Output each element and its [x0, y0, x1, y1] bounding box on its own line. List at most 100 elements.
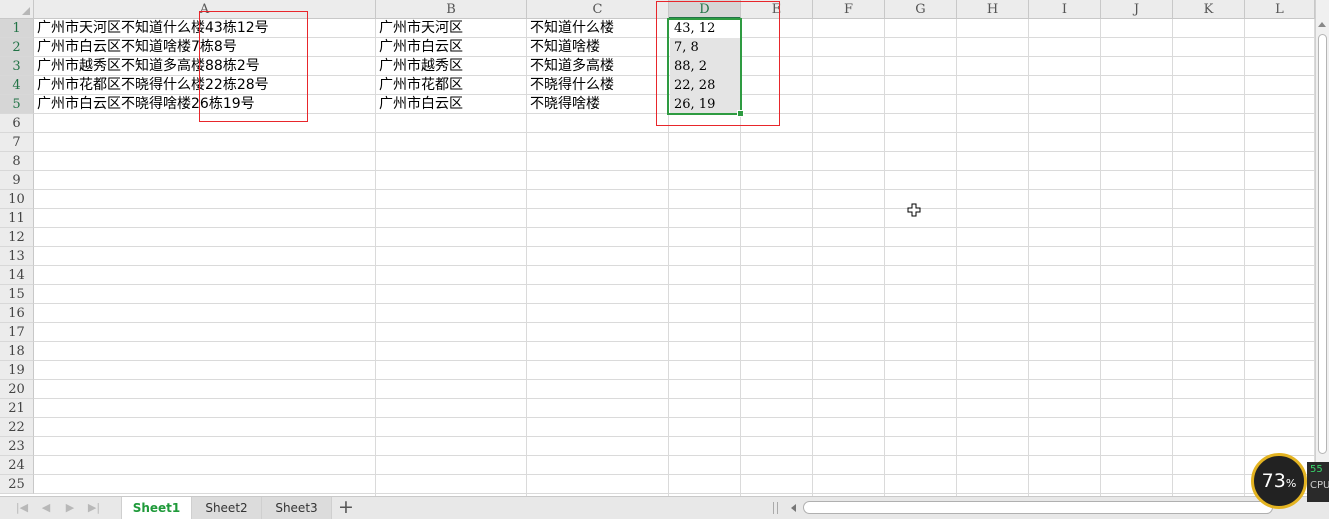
gridline-vertical — [668, 19, 669, 496]
gridline-vertical — [526, 19, 527, 496]
cell-b5[interactable]: 广州市白云区 — [377, 95, 463, 114]
column-header-b[interactable]: B — [376, 0, 527, 19]
select-all-corner[interactable] — [0, 0, 34, 19]
row-header-11[interactable]: 11 — [0, 209, 34, 228]
gridline-horizontal — [34, 474, 1315, 475]
cell-d1[interactable]: 43, 12 — [670, 19, 741, 38]
gridline-horizontal — [34, 436, 1315, 437]
column-header-i[interactable]: I — [1029, 0, 1101, 19]
row-header-19[interactable]: 19 — [0, 361, 34, 380]
column-header-a[interactable]: A — [34, 0, 376, 19]
scroll-left-icon[interactable] — [791, 504, 796, 512]
row-header-9[interactable]: 9 — [0, 171, 34, 190]
cell-a4[interactable]: 广州市花都区不晓得什么楼22栋28号 — [35, 76, 269, 95]
cell-d4[interactable]: 22, 28 — [670, 76, 741, 95]
column-header-f[interactable]: F — [813, 0, 885, 19]
row-header-24[interactable]: 24 — [0, 456, 34, 475]
row-header-15[interactable]: 15 — [0, 285, 34, 304]
row-header-22[interactable]: 22 — [0, 418, 34, 437]
first-sheet-icon[interactable]: |◀ — [12, 500, 32, 516]
sheet-tab-bar: |◀ ◀ ▶ ▶| Sheet1 Sheet2 Sheet3 + — [0, 496, 1329, 519]
gridline-horizontal — [34, 265, 1315, 266]
column-header-e[interactable]: E — [741, 0, 813, 19]
row-header-23[interactable]: 23 — [0, 437, 34, 456]
cell-b3[interactable]: 广州市越秀区 — [377, 57, 463, 76]
cell-a5[interactable]: 广州市白云区不晓得啥楼26栋19号 — [35, 95, 255, 114]
row-header-25[interactable]: 25 — [0, 475, 34, 494]
row-header-18[interactable]: 18 — [0, 342, 34, 361]
cell-c1[interactable]: 不知道什么楼 — [528, 19, 614, 38]
cpu-side-panel: 55 CPU — [1307, 462, 1329, 502]
cpu-percent-value: 73 — [1261, 470, 1286, 492]
scroll-up-icon[interactable] — [1318, 22, 1326, 27]
cell-d2[interactable]: 7, 8 — [670, 38, 741, 57]
gridline-horizontal — [34, 341, 1315, 342]
row-header-21[interactable]: 21 — [0, 399, 34, 418]
cpu-monitor-widget: 73% 55 CPU — [1249, 452, 1329, 516]
row-header-10[interactable]: 10 — [0, 190, 34, 209]
row-header-12[interactable]: 12 — [0, 228, 34, 247]
row-header-17[interactable]: 17 — [0, 323, 34, 342]
add-sheet-button[interactable]: + — [336, 498, 356, 518]
row-header-1[interactable]: 1 — [0, 19, 34, 38]
next-sheet-icon[interactable]: ▶ — [60, 500, 80, 516]
gridline-horizontal — [34, 189, 1315, 190]
fill-handle[interactable] — [737, 110, 744, 117]
gridline-horizontal — [34, 322, 1315, 323]
row-header-14[interactable]: 14 — [0, 266, 34, 285]
row-header-13[interactable]: 13 — [0, 247, 34, 266]
cell-c3[interactable]: 不知道多高楼 — [528, 57, 614, 76]
tab-sheet1[interactable]: Sheet1 — [121, 497, 192, 519]
column-header-l[interactable]: L — [1245, 0, 1315, 19]
vertical-scrollbar[interactable] — [1315, 0, 1329, 496]
cell-c2[interactable]: 不知道啥楼 — [528, 38, 600, 57]
cell-b1[interactable]: 广州市天河区 — [377, 19, 463, 38]
gridline-vertical — [1100, 19, 1101, 496]
row-header-5[interactable]: 5 — [0, 95, 34, 114]
column-header-k[interactable]: K — [1173, 0, 1245, 19]
column-header-c[interactable]: C — [527, 0, 669, 19]
gridline-horizontal — [34, 455, 1315, 456]
column-header-h[interactable]: H — [957, 0, 1029, 19]
row-header-3[interactable]: 3 — [0, 57, 34, 76]
gridline-vertical — [1244, 19, 1245, 496]
horizontal-scrollbar[interactable] — [803, 501, 1303, 515]
row-header-16[interactable]: 16 — [0, 304, 34, 323]
select-all-triangle-icon — [22, 7, 30, 15]
row-header-8[interactable]: 8 — [0, 152, 34, 171]
row-header-2[interactable]: 2 — [0, 38, 34, 57]
spreadsheet-grid[interactable]: ABCDEFGHIJKL 1 2 3 4 5 6 7 8 9 10 11 12 13 14 15 16 17 18… — [0, 0, 1315, 496]
row-header-6[interactable]: 6 — [0, 114, 34, 133]
cell-a3[interactable]: 广州市越秀区不知道多高楼88栋2号 — [35, 57, 260, 76]
row-header-4[interactable]: 4 — [0, 76, 34, 95]
cell-a1[interactable]: 广州市天河区不知道什么楼43栋12号 — [35, 19, 269, 38]
gridline-horizontal — [34, 208, 1315, 209]
gridline-horizontal — [34, 398, 1315, 399]
column-header-j[interactable]: J — [1101, 0, 1173, 19]
vertical-scroll-thumb[interactable] — [1318, 34, 1327, 454]
prev-sheet-icon[interactable]: ◀ — [36, 500, 56, 516]
row-header-7[interactable]: 7 — [0, 133, 34, 152]
cell-c5[interactable]: 不晓得啥楼 — [528, 95, 600, 114]
last-sheet-icon[interactable]: ▶| — [84, 500, 104, 516]
gridline-vertical — [1028, 19, 1029, 496]
split-grip-icon[interactable] — [773, 502, 778, 514]
cell-d5[interactable]: 26, 19 — [670, 95, 741, 114]
gridline-vertical — [1172, 19, 1173, 496]
gridline-vertical — [956, 19, 957, 496]
gridline-horizontal — [34, 132, 1315, 133]
gridline-horizontal — [34, 284, 1315, 285]
tab-sheet3[interactable]: Sheet3 — [262, 497, 332, 519]
cell-b4[interactable]: 广州市花都区 — [377, 76, 463, 95]
column-header-d[interactable]: D — [669, 0, 741, 19]
cell-b2[interactable]: 广州市白云区 — [377, 38, 463, 57]
row-header-20[interactable]: 20 — [0, 380, 34, 399]
tab-sheet2[interactable]: Sheet2 — [192, 497, 262, 519]
cell-d3[interactable]: 88, 2 — [670, 57, 741, 76]
gridline-vertical — [812, 19, 813, 496]
horizontal-scroll-thumb[interactable] — [803, 501, 1273, 514]
cell-c4[interactable]: 不晓得什么楼 — [528, 76, 614, 95]
gridline-horizontal — [34, 227, 1315, 228]
cell-a2[interactable]: 广州市白云区不知道啥楼7栋8号 — [35, 38, 237, 57]
column-header-g[interactable]: G — [885, 0, 957, 19]
